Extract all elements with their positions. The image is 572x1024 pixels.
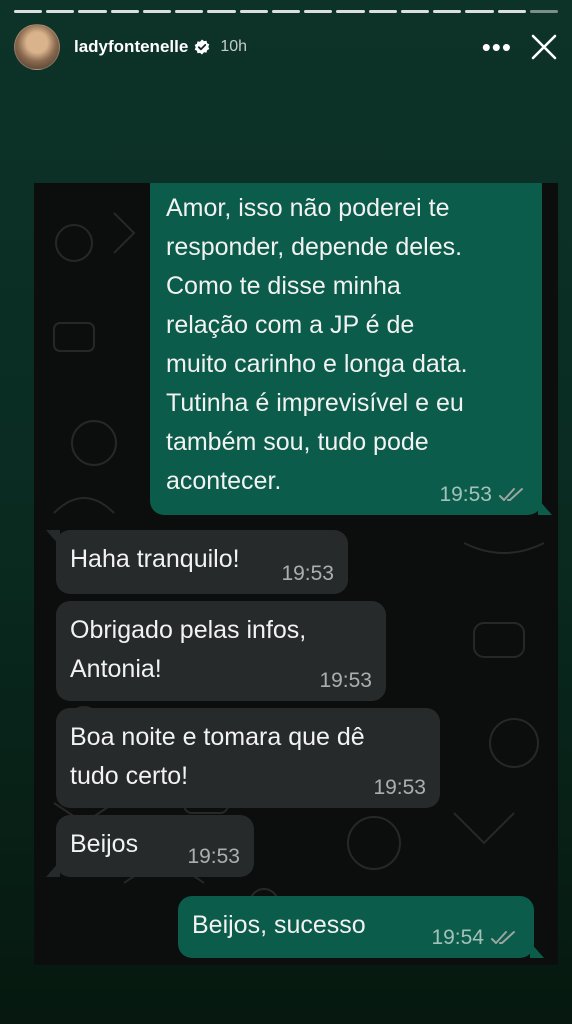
message-time: 19:53 [281,562,334,585]
progress-segment [304,10,333,13]
progress-segment [142,10,172,13]
message-time: 19:53 [373,776,426,799]
message-meta: 19:54 [431,926,520,950]
story-progress-bar [14,10,558,13]
incoming-message[interactable]: Haha tranquilo! 19:53 [46,530,348,594]
progress-segment [14,10,43,13]
progress-segment [175,10,204,13]
progress-segment [336,10,365,13]
post-time: 10h [220,38,248,55]
message-meta: 19:53 [439,483,528,507]
progress-segment [207,10,236,13]
message-meta: 19:53 [373,776,426,800]
progress-segment [497,10,526,13]
read-ticks-icon [499,488,523,501]
incoming-message[interactable]: Obrigado pelas infos, Antonia! 19:53 [56,601,386,701]
more-options-icon[interactable]: ••• [482,34,512,60]
incoming-message[interactable]: Beijos 19:53 [46,815,254,877]
progress-segment [110,10,139,13]
progress-segment [433,10,462,13]
bubble-tail [46,861,60,877]
message-time: 19:53 [319,669,372,692]
message-time: 19:54 [431,926,484,949]
story-header: ladyfontenelle 10h ••• [14,24,558,70]
progress-segment [529,10,558,13]
bubble-tail [46,530,60,546]
message-time: 19:53 [187,845,240,868]
username[interactable]: ladyfontenelle [74,37,188,57]
progress-segment [46,10,75,13]
progress-segment [239,10,268,13]
message-meta: 19:53 [319,669,372,693]
close-icon[interactable] [530,33,558,61]
bubble-tail [530,942,544,958]
chat-screenshot: Amor, isso não poderei te responder, dep… [34,183,558,965]
bubble-tail [538,499,552,515]
message-text: Amor, isso não poderei te responder, dep… [166,194,468,495]
outgoing-message[interactable]: Beijos, sucesso 19:54 [178,896,544,958]
progress-segment [271,10,301,13]
outgoing-message[interactable]: Amor, isso não poderei te responder, dep… [150,183,552,515]
message-time: 19:53 [439,483,492,506]
incoming-message[interactable]: Boa noite e tomara que dê tudo certo! 19… [56,708,440,808]
progress-segment [78,10,107,13]
verified-badge-icon [195,39,210,55]
message-meta: 19:53 [281,562,334,586]
avatar[interactable] [14,24,60,70]
progress-segment [465,10,494,13]
progress-segment [368,10,397,13]
message-meta: 19:53 [187,845,240,869]
progress-segment [400,10,430,13]
read-ticks-icon [491,931,515,944]
